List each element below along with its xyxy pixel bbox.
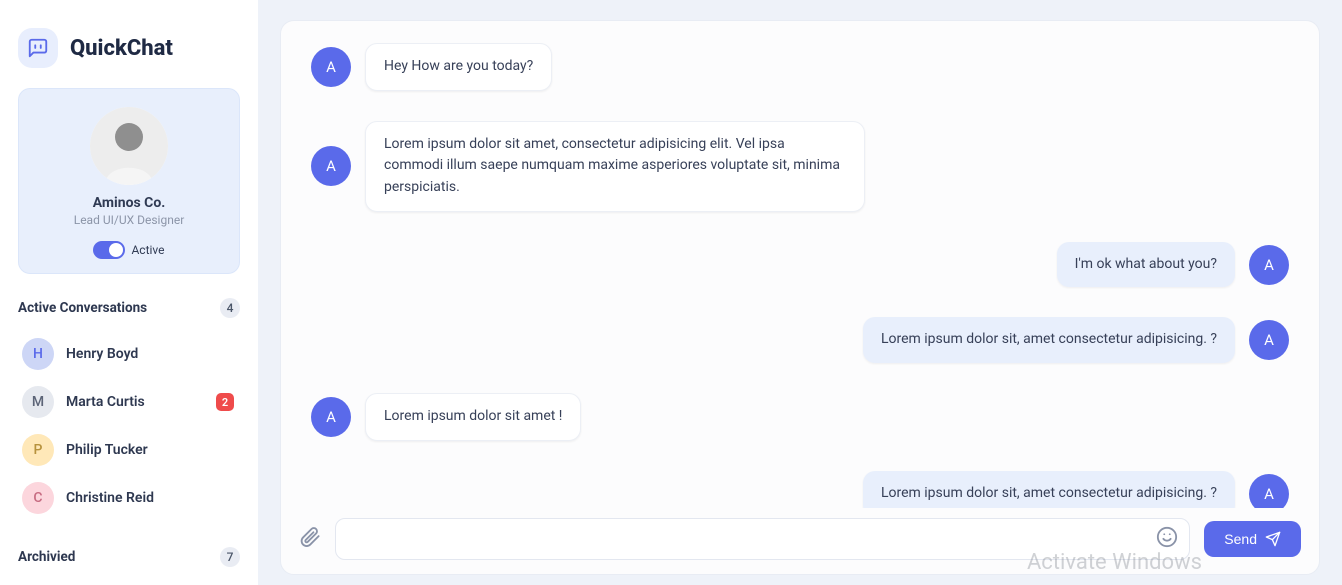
message-bubble: Lorem ipsum dolor sit amet ! <box>365 393 581 441</box>
profile-card: Aminos Co. Lead UI/UX Designer Active <box>18 88 240 274</box>
messages-scroll[interactable]: A Hey How are you today? A Lorem ipsum dolo… <box>281 21 1319 508</box>
profile-avatar <box>90 107 168 185</box>
conversation-avatar: M <box>22 386 54 418</box>
message-avatar: A <box>311 397 351 437</box>
message-avatar: A <box>1249 474 1289 508</box>
active-conversations-count: 4 <box>220 298 240 318</box>
active-toggle-label: Active <box>131 243 164 257</box>
message-outgoing: A Lorem ipsum dolor sit, amet consectetur… <box>311 317 1289 363</box>
profile-name: Aminos Co. <box>93 195 166 211</box>
attach-icon[interactable] <box>299 526 321 552</box>
sidebar: QuickChat Aminos Co. Lead UI/UX Designer… <box>0 0 258 585</box>
message-incoming: A Hey How are you today? <box>311 43 1289 91</box>
conversation-item[interactable]: C Christine Reid <box>18 474 238 522</box>
message-outgoing: A Lorem ipsum dolor sit, amet consectetur… <box>311 471 1289 508</box>
conversation-name: Philip Tucker <box>66 442 234 458</box>
active-conversations-header: Active Conversations 4 <box>18 298 240 318</box>
message-input[interactable] <box>335 518 1190 560</box>
message-avatar: A <box>311 146 351 186</box>
send-button[interactable]: Send <box>1204 521 1301 557</box>
message-bubble: Lorem ipsum dolor sit, amet consectetur … <box>863 471 1235 508</box>
message-outgoing: A I'm ok what about you? <box>311 242 1289 288</box>
message-bubble: Lorem ipsum dolor sit amet, consectetur … <box>365 121 865 212</box>
message-avatar: A <box>1249 245 1289 285</box>
archived-count: 7 <box>220 547 240 567</box>
chat-panel: A Hey How are you today? A Lorem ipsum dolo… <box>280 20 1320 575</box>
active-toggle[interactable] <box>93 241 125 259</box>
message-bubble: I'm ok what about you? <box>1057 242 1235 288</box>
message-avatar: A <box>311 47 351 87</box>
conversation-item[interactable]: P Philip Tucker <box>18 426 238 474</box>
message-bubble: Hey How are you today? <box>365 43 552 91</box>
conversation-avatar: C <box>22 482 54 514</box>
conversation-list[interactable]: H Henry Boyd M Marta Curtis 2 P Philip Tucker C… <box>18 330 240 529</box>
profile-role: Lead UI/UX Designer <box>74 213 185 227</box>
message-incoming: A Lorem ipsum dolor sit amet, consectetur… <box>311 121 1289 212</box>
app-title: QuickChat <box>70 36 173 61</box>
conversation-avatar: H <box>22 338 54 370</box>
emoji-icon[interactable] <box>1156 526 1178 552</box>
conversation-name: Henry Boyd <box>66 346 234 362</box>
conversation-avatar: P <box>22 434 54 466</box>
send-icon <box>1265 531 1281 547</box>
conversation-name: Christine Reid <box>66 490 234 506</box>
message-incoming: A Lorem ipsum dolor sit amet ! <box>311 393 1289 441</box>
send-button-label: Send <box>1224 531 1257 547</box>
composer: Send <box>281 508 1319 574</box>
message-avatar: A <box>1249 320 1289 360</box>
archived-header: Archivied 7 <box>18 547 240 573</box>
conversation-item[interactable]: H Henry Boyd <box>18 330 238 378</box>
message-bubble: Lorem ipsum dolor sit, amet consectetur … <box>863 317 1235 363</box>
active-conversations-title: Active Conversations <box>18 300 147 316</box>
conversation-item[interactable]: M Marta Curtis 2 <box>18 378 238 426</box>
chat-icon <box>18 28 58 68</box>
archived-title: Archivied <box>18 549 75 565</box>
unread-badge: 2 <box>216 393 234 411</box>
brand: QuickChat <box>18 28 240 68</box>
main-area: A Hey How are you today? A Lorem ipsum dolo… <box>258 0 1342 585</box>
message-input-wrap <box>335 518 1190 560</box>
conversation-name: Marta Curtis <box>66 394 204 410</box>
